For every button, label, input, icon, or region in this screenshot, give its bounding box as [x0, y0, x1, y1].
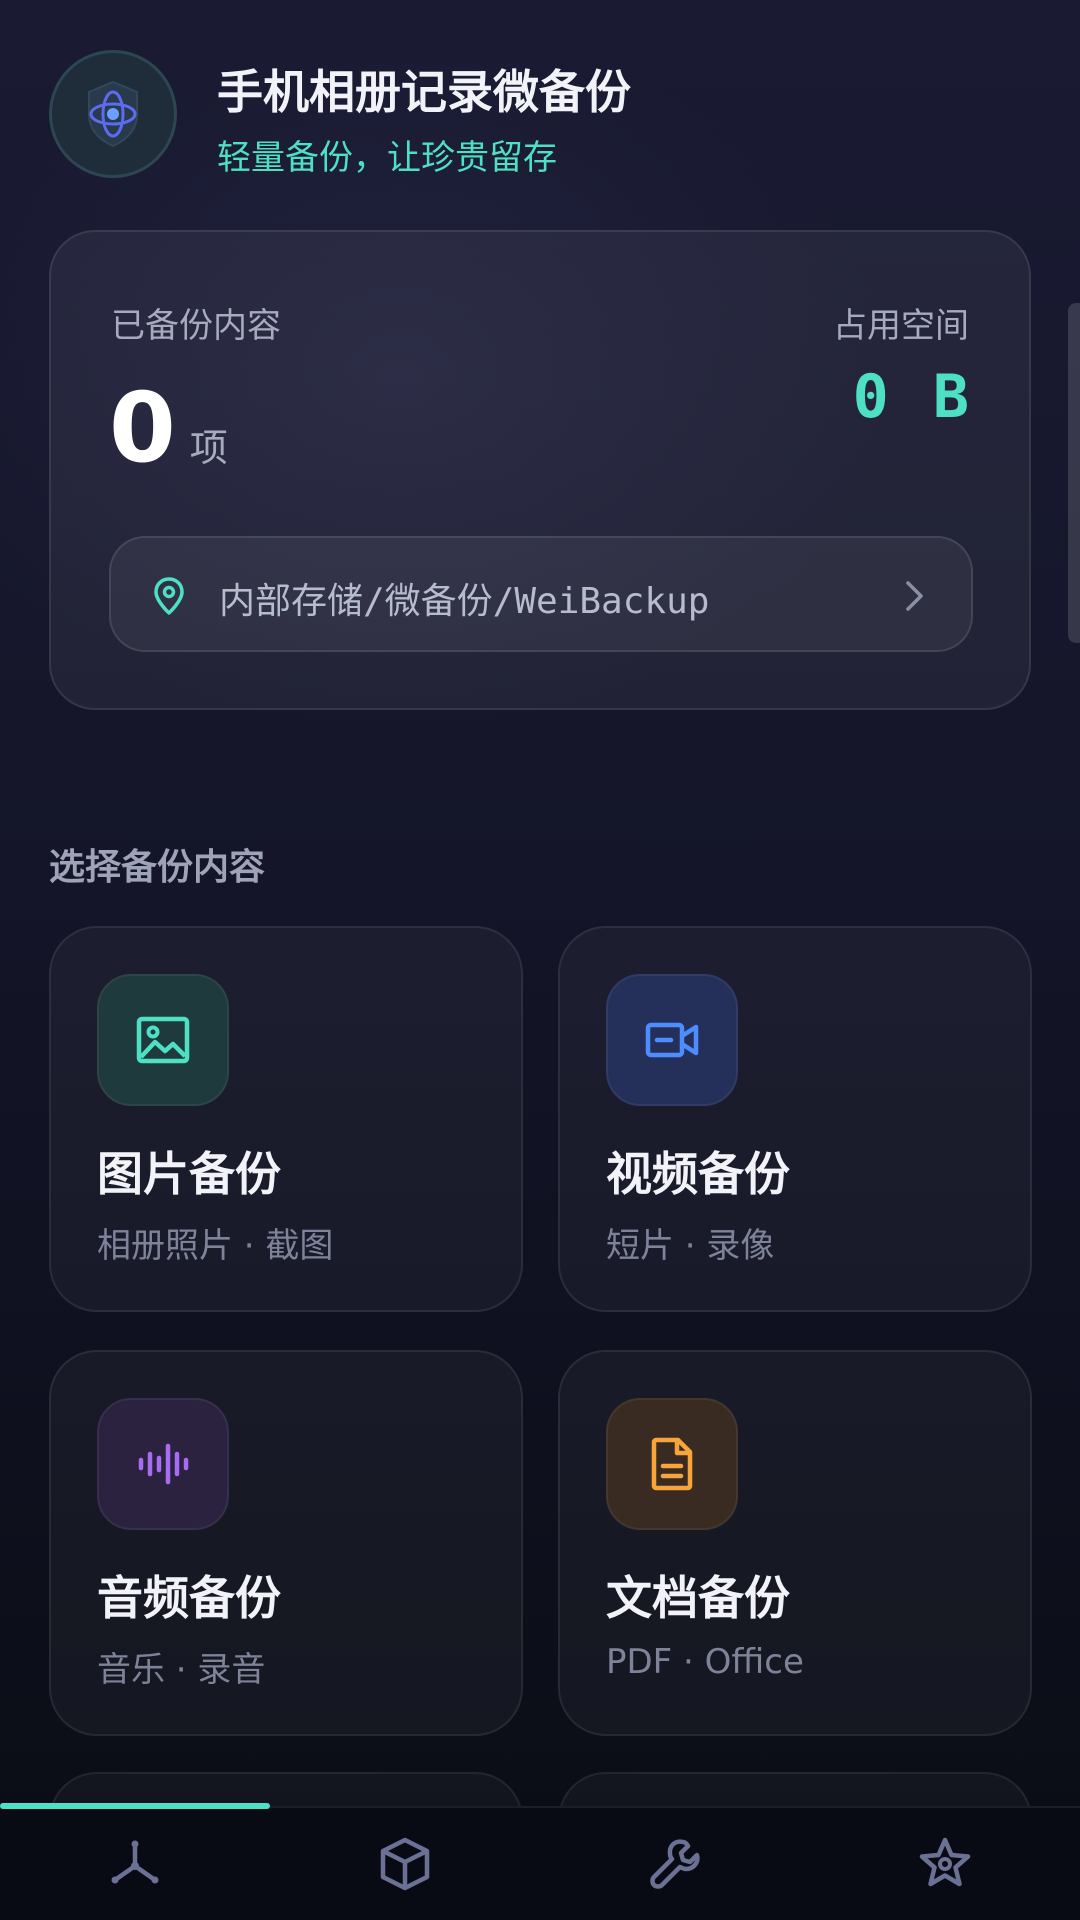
used-space-label: 占用空间 — [833, 306, 969, 346]
audio-icon — [138, 1443, 189, 1485]
app-logo — [49, 50, 177, 178]
image-backup-card[interactable]: 图片备份 相册照片 · 截图 — [49, 926, 523, 1312]
backup-path-text: 内部存储/微备份/WeiBackup — [219, 581, 710, 622]
app-header: 手机相册记录微备份 轻量备份，让珍贵留存 — [49, 50, 1029, 180]
nav-item-cube[interactable] — [270, 1808, 540, 1920]
wrench-icon — [650, 1839, 700, 1889]
backed-up-count: 0项 — [109, 372, 228, 484]
video-icon — [645, 1022, 699, 1058]
document-backup-title: 文档备份 — [606, 1571, 790, 1625]
audio-icon-box — [97, 1398, 229, 1530]
audio-backup-title: 音频备份 — [97, 1571, 281, 1625]
used-space-value: 0 B — [852, 362, 973, 432]
bottom-navigation — [0, 1806, 1080, 1920]
app-screen: 手机相册记录微备份 轻量备份，让珍贵留存 已备份内容 占用空间 0项 0 B 内… — [0, 0, 1080, 1920]
app-title: 手机相册记录微备份 — [217, 65, 631, 119]
backup-stats-card: 已备份内容 占用空间 0项 0 B 内部存储/微备份/WeiBackup — [49, 230, 1031, 710]
hub-icon — [111, 1840, 159, 1884]
backed-up-count-value: 0 — [109, 372, 176, 484]
section-title: 选择备份内容 — [49, 847, 266, 888]
image-icon — [136, 1016, 190, 1064]
nav-item-hub[interactable] — [0, 1808, 270, 1920]
image-backup-desc: 相册照片 · 截图 — [97, 1226, 334, 1266]
nav-item-tools[interactable] — [540, 1808, 810, 1920]
nav-active-indicator — [0, 1803, 270, 1809]
backup-path-selector[interactable]: 内部存储/微备份/WeiBackup — [109, 536, 973, 652]
cube-icon — [380, 1837, 430, 1891]
chevron-right-icon — [906, 581, 923, 611]
video-backup-card[interactable]: 视频备份 短片 · 录像 — [558, 926, 1032, 1312]
app-subtitle: 轻量备份，让珍贵留存 — [217, 138, 557, 178]
document-backup-card[interactable]: 文档备份 PDF · Office — [558, 1350, 1032, 1736]
location-pin-icon — [154, 577, 184, 615]
video-backup-desc: 短片 · 录像 — [606, 1226, 775, 1266]
audio-backup-desc: 音乐 · 录音 — [97, 1650, 266, 1690]
nav-item-favorites[interactable] — [810, 1808, 1080, 1920]
shield-atom-icon — [88, 80, 138, 148]
video-icon-box — [606, 974, 738, 1106]
backed-up-label: 已备份内容 — [111, 306, 281, 346]
document-backup-desc: PDF · Office — [606, 1642, 804, 1682]
image-icon-box — [97, 974, 229, 1106]
video-backup-title: 视频备份 — [606, 1147, 790, 1201]
image-backup-title: 图片备份 — [97, 1147, 281, 1201]
audio-backup-card[interactable]: 音频备份 音乐 · 录音 — [49, 1350, 523, 1736]
backed-up-count-unit: 项 — [189, 426, 228, 470]
star-icon — [919, 1837, 971, 1887]
document-icon — [651, 1437, 693, 1491]
scrollbar-thumb[interactable] — [1068, 303, 1080, 643]
document-icon-box — [606, 1398, 738, 1530]
